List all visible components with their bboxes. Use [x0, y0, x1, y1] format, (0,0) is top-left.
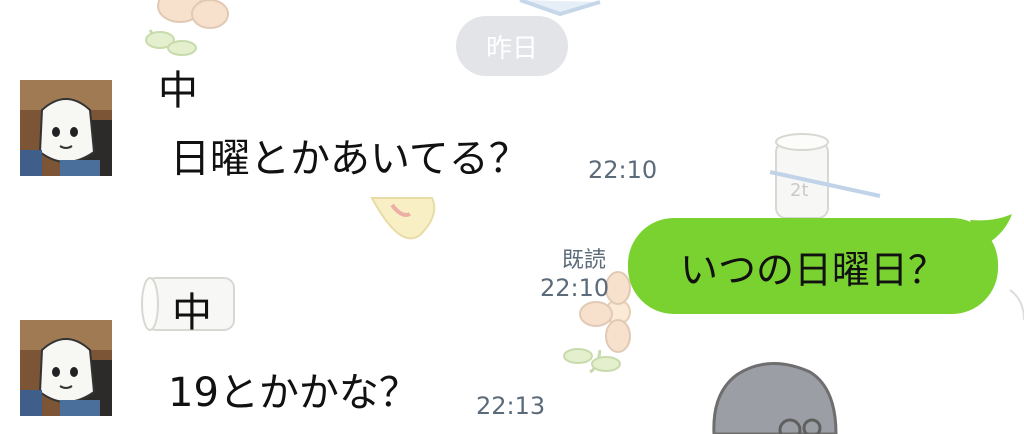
message-timestamp: 22:13: [476, 392, 546, 420]
flower-doodle-icon: [145, 0, 229, 56]
outgoing-message-bubble[interactable]: いつの日曜日？: [628, 218, 998, 314]
message-timestamp: 22:10: [588, 156, 658, 184]
sender-name: 中: [172, 290, 212, 336]
avatar[interactable]: [20, 320, 112, 416]
message-timestamp: 22:10: [540, 274, 610, 302]
incoming-message-text: 19とかかな？: [168, 370, 419, 416]
avatar-image: [20, 80, 112, 176]
sender-name: 中: [158, 68, 198, 114]
avatar-image: [20, 320, 112, 416]
read-receipt: 既読: [562, 248, 607, 273]
svg-text:2t: 2t: [790, 180, 809, 201]
outgoing-message-text: いつの日曜日？: [679, 247, 946, 292]
date-separator: 昨日: [456, 16, 568, 76]
incoming-message-text: 日曜とかあいてる？: [170, 136, 529, 182]
avatar[interactable]: [20, 80, 112, 176]
